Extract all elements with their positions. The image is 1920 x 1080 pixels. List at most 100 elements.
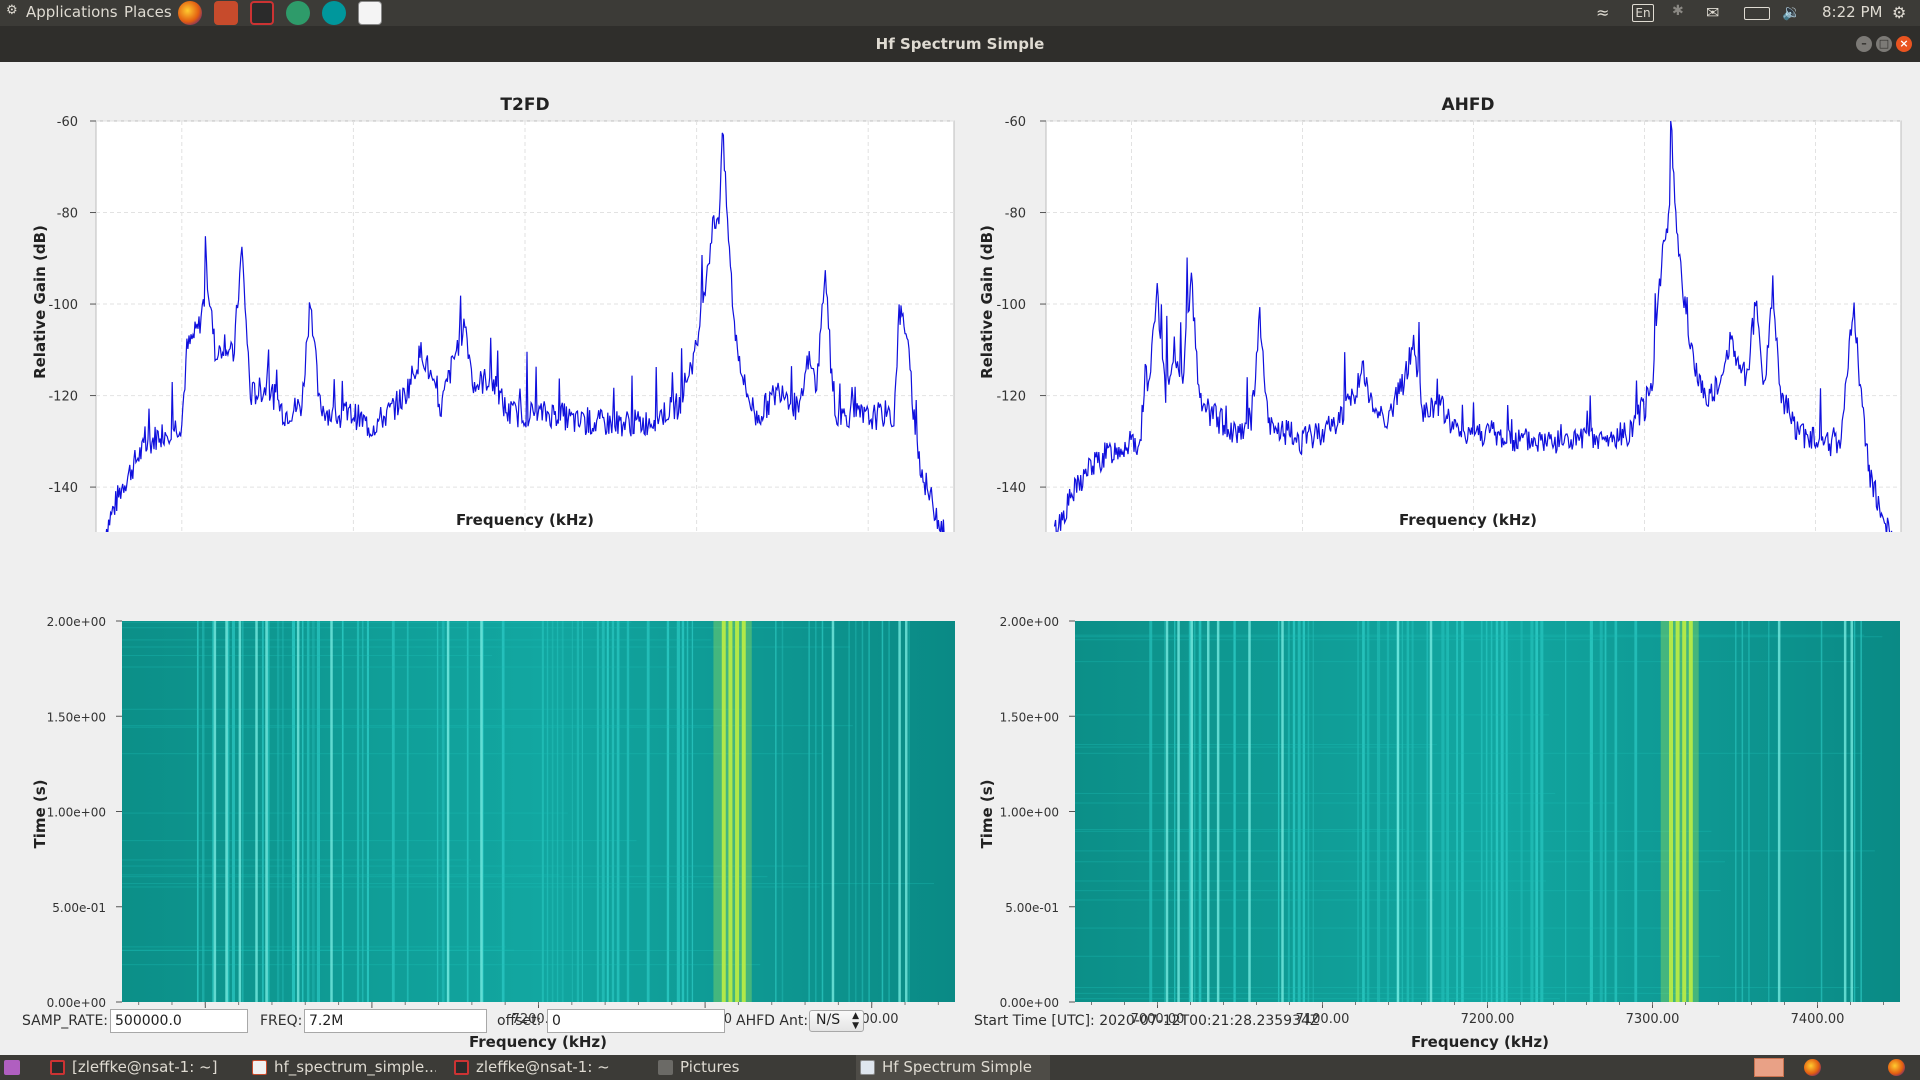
x-axis-label: Frequency (kHz) (1399, 511, 1537, 529)
waterfall-streak (1075, 830, 1712, 832)
waterfall-signal-column (1357, 621, 1359, 1002)
x-axis-label: Frequency (kHz) (456, 511, 594, 529)
waterfall-canvas (122, 621, 955, 1002)
waterfall-signal-column (1312, 621, 1314, 1002)
waterfall-streak (1075, 639, 1606, 641)
waterfall-signal-column (1614, 621, 1618, 1002)
x-tick-label: 7400.00 (1791, 1012, 1845, 1027)
waterfall-signal-column (316, 621, 321, 1002)
maximize-button[interactable]: □ (1876, 36, 1892, 52)
waterfall-strong-signal (1850, 621, 1853, 1002)
y-tick-label: -100 (48, 298, 78, 313)
wifi-icon[interactable]: ≈ (1596, 3, 1618, 23)
y-tick-label: -100 (996, 298, 1026, 313)
firefox-launcher-icon[interactable] (178, 1, 202, 25)
waterfall-streak (122, 874, 560, 876)
applications-menu[interactable]: Applications (26, 3, 118, 21)
waterfall-streak (1075, 792, 1556, 794)
waterfall-streak (1075, 927, 1678, 929)
battery-icon[interactable] (1744, 7, 1770, 20)
waterfall-signal-column (406, 621, 409, 1002)
waterfall-signal-column (1741, 621, 1744, 1002)
close-button[interactable]: × (1896, 36, 1912, 52)
bluetooth-icon[interactable]: ✱ (1672, 3, 1694, 23)
waterfall-signal-column (1198, 621, 1202, 1002)
taskbar-item-label: hf_spectrum_simple... (274, 1058, 436, 1076)
y-tick-label: 0.00e+00 (1000, 996, 1059, 1010)
firefox-icon[interactable] (1888, 1059, 1905, 1076)
clock[interactable]: 8:22 PM (1822, 3, 1882, 21)
waterfall-streak (122, 964, 761, 966)
taskbar-item[interactable]: [zleffke@nsat-1: ~] (46, 1055, 236, 1080)
folder-icon (658, 1060, 673, 1075)
app-launcher-icon[interactable] (286, 1, 310, 25)
y-tick-label: 1.00e+00 (47, 806, 106, 820)
keyboard-layout-indicator[interactable]: En (1632, 4, 1654, 22)
waterfall-signal-column (821, 621, 824, 1002)
waterfall-signal-column (341, 621, 344, 1002)
taskbar-item[interactable]: Hf Spectrum Simple (856, 1055, 1050, 1080)
waterfall-signal-column (666, 621, 670, 1002)
window-icon (860, 1060, 875, 1075)
ubuntu-logo-icon[interactable]: ⚙ (6, 3, 18, 18)
settings-gear-icon[interactable]: ⚙ (1892, 3, 1906, 22)
x-tick-label: 7200.00 (1461, 1012, 1515, 1027)
window-title-bar[interactable]: Hf Spectrum Simple – □ × (0, 26, 1920, 62)
waterfall-strong-signal (1843, 621, 1847, 1002)
t2fd-waterfall-plot[interactable]: Time (s) 2.00e+001.50e+001.00e+005.00e-0… (0, 532, 960, 1052)
minimize-button[interactable]: – (1856, 36, 1872, 52)
waterfall-signal-column (601, 621, 605, 1002)
waterfall-strong-signal (213, 621, 217, 1002)
ahfd-ant-select[interactable]: N/S ▲ ▼ (809, 1010, 864, 1032)
waterfall-signal-column (815, 621, 817, 1002)
t2fd-spectrum-plot[interactable]: T2FD Relative Gain (dB) -60 -80 -100 -120 -1… (0, 62, 960, 532)
freq-input[interactable] (304, 1009, 487, 1033)
plot-title: AHFD (1441, 95, 1494, 115)
waterfall-streak (1075, 998, 1560, 1000)
ahfd-spectrum-plot[interactable]: AHFD Relative Gain (dB) -60 -80 -100 -120 -1… (960, 62, 1920, 532)
waterfall-strong-signal (1165, 621, 1169, 1002)
waterfall-signal-column (501, 621, 505, 1002)
waterfall-strong-signal (480, 621, 483, 1002)
y-tick-label: -140 (48, 481, 78, 496)
waterfall-signal-column (781, 621, 784, 1002)
waterfall-strong-band (1660, 621, 1699, 1002)
waterfall-signal-column (1485, 621, 1488, 1002)
waterfall-signal-column (1302, 621, 1306, 1002)
x-tick-label: 7300.00 (1626, 1012, 1680, 1027)
waterfall-signal-column (1456, 621, 1459, 1002)
arduino-launcher-icon[interactable] (322, 1, 346, 25)
waterfall-signal-column (861, 621, 864, 1002)
mail-icon[interactable]: ✉ (1706, 3, 1728, 23)
script-launcher-icon[interactable] (358, 1, 382, 25)
taskbar-item[interactable]: hf_spectrum_simple... (248, 1055, 436, 1080)
terminal-launcher-icon[interactable] (250, 1, 274, 25)
waterfall-signal-column (301, 621, 304, 1002)
file-manager-launcher-icon[interactable] (214, 1, 238, 25)
waterfall-signal-column (311, 621, 315, 1002)
ahfd-waterfall-plot[interactable]: Time (s) 2.00e+00 1.50e+00 1.00e+00 5.00e-0… (960, 532, 1920, 1052)
offset-input[interactable] (547, 1009, 725, 1033)
waterfall-signal-column (596, 621, 599, 1002)
waterfall-signal-column (1520, 621, 1523, 1002)
waterfall-signal-column (281, 621, 284, 1002)
samp-rate-input[interactable] (110, 1009, 248, 1033)
waterfall-signal-column (581, 621, 584, 1002)
volume-icon[interactable]: 🔉 (1782, 3, 1804, 23)
waterfall-signal-column (908, 621, 910, 1002)
waterfall-signal-column (1164, 621, 1166, 1002)
workspace-switcher[interactable] (1754, 1058, 1784, 1077)
waterfall-signal-column (686, 621, 689, 1002)
waterfall-streak (122, 840, 637, 842)
waterfall-signal-column (1853, 621, 1856, 1002)
waterfall-signal-column (1461, 621, 1464, 1002)
places-menu[interactable]: Places (124, 3, 172, 21)
firefox-icon[interactable] (1804, 1059, 1821, 1076)
show-desktop-icon[interactable] (4, 1060, 20, 1075)
plot-title: T2FD (500, 95, 549, 115)
waterfall-signal-column (546, 621, 549, 1002)
taskbar-item[interactable]: zleffke@nsat-1: ~ (450, 1055, 640, 1080)
waterfall-signal-column (366, 621, 369, 1002)
waterfall-strong-signal (296, 621, 300, 1002)
taskbar-item[interactable]: Pictures (654, 1055, 844, 1080)
